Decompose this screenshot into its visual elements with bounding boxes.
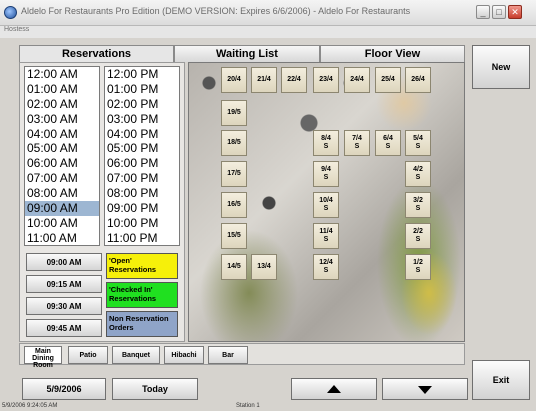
quick-time-0900[interactable]: 09:00 AM xyxy=(26,253,102,271)
table-button[interactable]: 20/4 xyxy=(221,67,247,93)
time-slot[interactable]: 10:00 AM xyxy=(25,216,99,231)
new-button[interactable]: New xyxy=(472,45,530,89)
scroll-up-button[interactable] xyxy=(291,378,377,400)
scroll-down-button[interactable] xyxy=(382,378,468,400)
date-button[interactable]: 5/9/2006 xyxy=(22,378,106,400)
maximize-button[interactable]: □ xyxy=(492,5,506,19)
room-tab-hibachi[interactable]: Hibachi xyxy=(164,346,204,364)
table-button[interactable]: 13/4 xyxy=(251,254,277,280)
time-slot[interactable]: 08:00 AM xyxy=(25,186,99,201)
table-button[interactable]: 17/5 xyxy=(221,161,247,187)
quick-time-0945[interactable]: 09:45 AM xyxy=(26,319,102,337)
pm-time-list[interactable]: 12:00 PM 01:00 PM 02:00 PM 03:00 PM 04:00 PM… xyxy=(104,66,180,246)
tab-reservations[interactable]: Reservations xyxy=(19,45,174,62)
table-button[interactable]: 6/4 S xyxy=(375,130,401,156)
room-tab-main-dining-room[interactable]: Main Dining Room xyxy=(24,346,62,369)
time-slot[interactable]: 12:00 PM xyxy=(105,67,179,82)
table-button[interactable]: 8/4 S xyxy=(313,130,339,156)
am-time-list[interactable]: 12:00 AM 01:00 AM 02:00 AM 03:00 AM 04:00 AM… xyxy=(24,66,100,246)
time-slot[interactable]: 06:00 PM xyxy=(105,156,179,171)
time-slot[interactable]: 11:00 PM xyxy=(105,231,179,245)
time-slot[interactable]: 02:00 PM xyxy=(105,97,179,112)
time-slot[interactable]: 10:00 PM xyxy=(105,216,179,231)
table-button[interactable]: 5/4 S xyxy=(405,130,431,156)
close-button[interactable]: ✕ xyxy=(508,5,522,19)
exit-button[interactable]: Exit xyxy=(472,360,530,400)
tab-waiting-list[interactable]: Waiting List xyxy=(174,45,320,62)
table-button[interactable]: 1/2 S xyxy=(405,254,431,280)
time-slot[interactable]: 09:00 PM xyxy=(105,201,179,216)
time-slot[interactable]: 04:00 PM xyxy=(105,127,179,142)
arrow-down-icon xyxy=(418,386,432,394)
table-button[interactable]: 16/5 xyxy=(221,192,247,218)
room-tab-banquet[interactable]: Banquet xyxy=(112,346,160,364)
app-icon xyxy=(4,6,17,19)
quick-time-0930[interactable]: 09:30 AM xyxy=(26,297,102,315)
time-slot[interactable]: 01:00 PM xyxy=(105,82,179,97)
table-button[interactable]: 19/5 xyxy=(221,100,247,126)
floor-view: 20/4 21/4 22/4 23/4 24/4 25/4 26/4 19/5 18/5 17/5… xyxy=(188,62,465,342)
table-button[interactable]: 10/4 S xyxy=(313,192,339,218)
table-button[interactable]: 18/5 xyxy=(221,130,247,156)
table-button[interactable]: 25/4 xyxy=(375,67,401,93)
time-slot[interactable]: 06:00 AM xyxy=(25,156,99,171)
room-tab-patio[interactable]: Patio xyxy=(68,346,108,364)
legend-non-reservation-orders: Non Reservation Orders xyxy=(106,311,178,337)
status-station: Station 1 xyxy=(236,403,260,409)
table-button[interactable]: 11/4 S xyxy=(313,223,339,249)
time-slot[interactable]: 02:00 AM xyxy=(25,97,99,112)
table-button[interactable]: 2/2 S xyxy=(405,223,431,249)
time-slot[interactable]: 04:00 AM xyxy=(25,127,99,142)
time-slot[interactable]: 07:00 AM xyxy=(25,171,99,186)
time-slot[interactable]: 03:00 PM xyxy=(105,112,179,127)
room-tabs: Main Dining Room Patio Banquet Hibachi B… xyxy=(19,343,465,369)
reservations-panel: 12:00 AM 01:00 AM 02:00 AM 03:00 AM 04:00 AM… xyxy=(19,62,185,342)
time-slot[interactable]: 05:00 AM xyxy=(25,141,99,156)
table-button[interactable]: 21/4 xyxy=(251,67,277,93)
room-tab-bar[interactable]: Bar xyxy=(208,346,248,364)
title-bar: Aldelo For Restaurants Pro Edition (DEMO… xyxy=(0,0,536,26)
legend-open-reservations: 'Open' Reservations xyxy=(106,253,178,279)
time-slot[interactable]: 08:00 PM xyxy=(105,186,179,201)
time-slot[interactable]: 09:00 AM xyxy=(25,201,99,216)
status-datetime: 5/9/2006 9:24:05 AM xyxy=(2,403,58,409)
table-button[interactable]: 24/4 xyxy=(344,67,370,93)
time-slot[interactable]: 07:00 PM xyxy=(105,171,179,186)
time-slot[interactable]: 03:00 AM xyxy=(25,112,99,127)
table-button[interactable]: 12/4 S xyxy=(313,254,339,280)
today-button[interactable]: Today xyxy=(112,378,198,400)
table-button[interactable]: 23/4 xyxy=(313,67,339,93)
status-bar: 5/9/2006 9:24:05 AM Station 1 xyxy=(0,403,536,411)
minimize-button[interactable]: _ xyxy=(476,5,490,19)
menu-bar: Hostess xyxy=(0,26,536,38)
time-slot[interactable]: 01:00 AM xyxy=(25,82,99,97)
legend-checked-in-reservations: 'Checked In' Reservations xyxy=(106,282,178,308)
window-title: Aldelo For Restaurants Pro Edition (DEMO… xyxy=(21,6,411,16)
time-slot[interactable]: 05:00 PM xyxy=(105,141,179,156)
table-button[interactable]: 3/2 S xyxy=(405,192,431,218)
table-button[interactable]: 14/5 xyxy=(221,254,247,280)
menu-hostess[interactable]: Hostess xyxy=(4,26,29,33)
table-button[interactable]: 7/4 S xyxy=(344,130,370,156)
table-button[interactable]: 4/2 S xyxy=(405,161,431,187)
time-slot[interactable]: 11:00 AM xyxy=(25,231,99,245)
table-button[interactable]: 22/4 xyxy=(281,67,307,93)
quick-time-0915[interactable]: 09:15 AM xyxy=(26,275,102,293)
arrow-up-icon xyxy=(327,385,341,393)
tab-floor-view[interactable]: Floor View xyxy=(320,45,465,62)
table-button[interactable]: 15/5 xyxy=(221,223,247,249)
table-button[interactable]: 9/4 S xyxy=(313,161,339,187)
time-slot[interactable]: 12:00 AM xyxy=(25,67,99,82)
table-button[interactable]: 26/4 xyxy=(405,67,431,93)
